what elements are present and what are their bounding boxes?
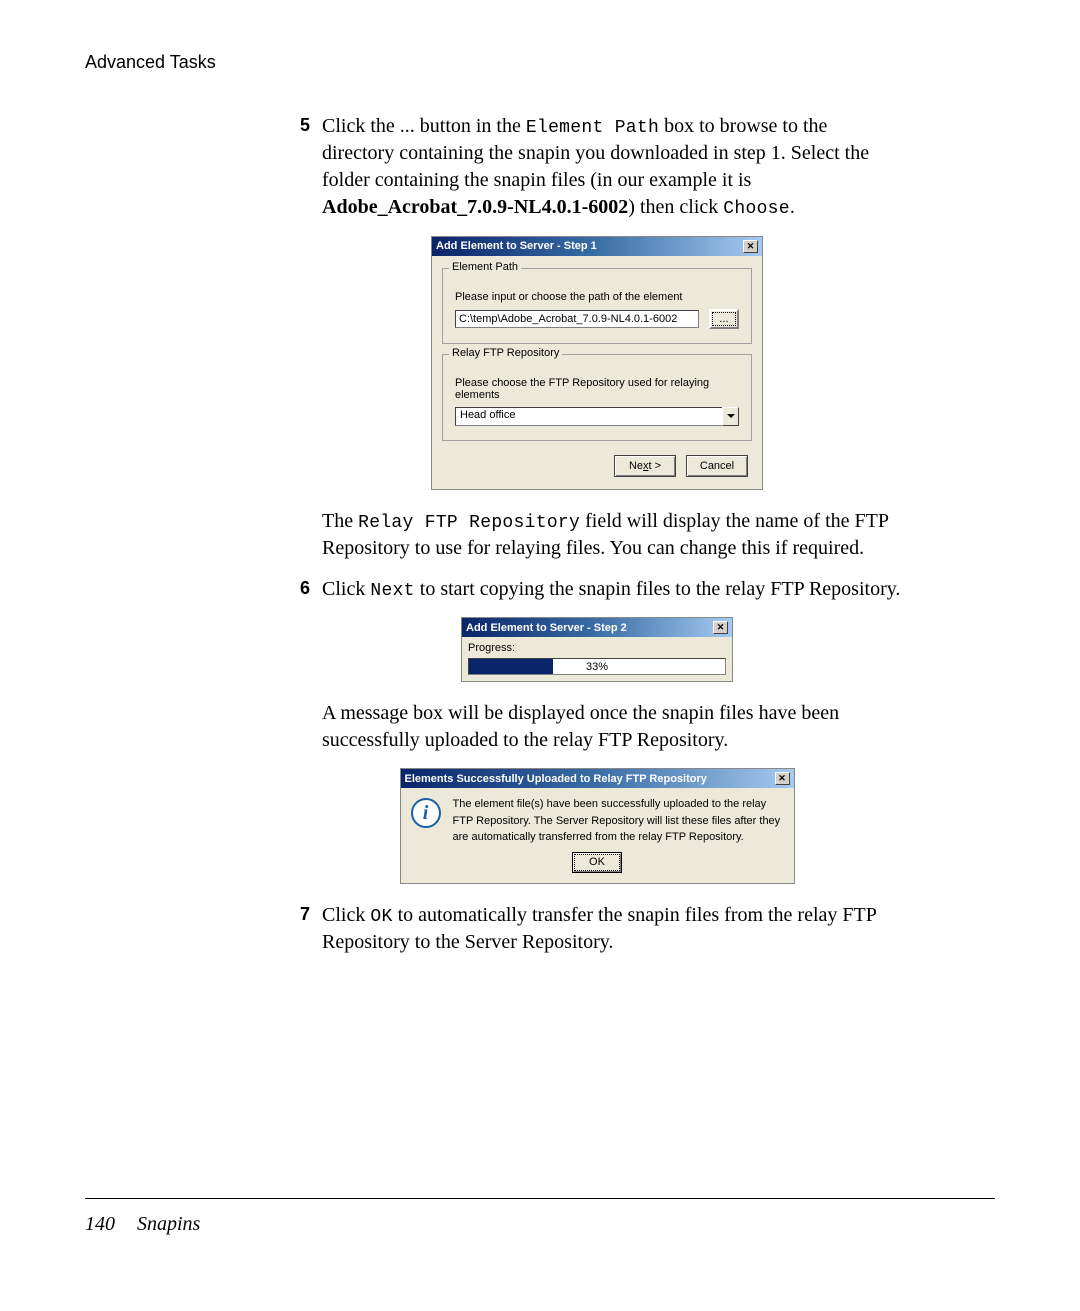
step-6: 6 Click Next to start copying the snapin…: [292, 576, 902, 603]
section-header: Advanced Tasks: [85, 52, 995, 73]
close-icon[interactable]: ✕: [743, 240, 758, 253]
info-icon: i: [411, 798, 441, 828]
ui-term: Next: [370, 581, 414, 601]
text: The: [322, 510, 358, 532]
add-element-dialog-step2: Add Element to Server - Step 2 ✕ Progres…: [461, 617, 733, 682]
step-text: Click OK to automatically transfer the s…: [322, 902, 902, 956]
step-5: 5 Click the ... button in the Element Pa…: [292, 113, 902, 222]
dialog-title: Add Element to Server - Step 2: [466, 622, 627, 634]
chevron-down-icon[interactable]: [722, 407, 739, 426]
progress-fill: [469, 659, 553, 674]
page-number: 140: [85, 1213, 115, 1235]
step-7: 7 Click OK to automatically transfer the…: [292, 902, 902, 956]
dialog-title-bar: Elements Successfully Uploaded to Relay …: [401, 769, 794, 788]
dialog-title-bar: Add Element to Server - Step 1 ✕: [432, 237, 762, 256]
message-text: The element file(s) have been successful…: [453, 796, 784, 846]
text: to start copying the snapin files to the…: [415, 578, 901, 600]
progress-label: Progress:: [468, 642, 726, 654]
ellipsis-ref: ...: [400, 115, 415, 137]
ui-term: Relay FTP Repository: [358, 513, 580, 533]
step-number: 5: [292, 113, 322, 222]
dialog-title-bar: Add Element to Server - Step 2 ✕: [462, 618, 732, 637]
ui-term: Choose: [723, 199, 790, 219]
relay-ftp-fieldset: Relay FTP Repository Please choose the F…: [442, 354, 752, 441]
folder-name: Adobe_Acrobat_7.0.9-NL4.0.1-6002: [322, 196, 628, 218]
cancel-button[interactable]: Cancel: [686, 455, 748, 477]
footer-rule: [85, 1198, 995, 1199]
text: to automatically transfer the snapin fil…: [322, 904, 876, 953]
element-path-fieldset: Element Path Please input or choose the …: [442, 268, 752, 344]
dialog-title: Add Element to Server - Step 1: [436, 240, 597, 252]
step-text: Click Next to start copying the snapin f…: [322, 576, 902, 603]
fieldset-legend: Relay FTP Repository: [449, 347, 562, 359]
page-footer: 140 Snapins: [85, 1213, 200, 1236]
ftp-repository-select[interactable]: Head office: [455, 407, 739, 426]
element-path-input[interactable]: [455, 310, 699, 328]
ok-button[interactable]: OK: [572, 852, 622, 873]
upload-success-dialog: Elements Successfully Uploaded to Relay …: [400, 768, 795, 884]
text: Click: [322, 578, 370, 600]
text: Click the: [322, 115, 400, 137]
select-value: Head office: [455, 407, 722, 426]
progress-percent: 33%: [586, 661, 608, 673]
section-name: Snapins: [137, 1213, 200, 1235]
step-number: 7: [292, 902, 322, 956]
step-note: A message box will be displayed once the…: [322, 700, 902, 754]
step-number: 6: [292, 576, 322, 603]
next-button[interactable]: Next >: [614, 455, 676, 477]
add-element-dialog-step1: Add Element to Server - Step 1 ✕ Element…: [431, 236, 763, 490]
step-text: Click the ... button in the Element Path…: [322, 113, 902, 222]
text: Click: [322, 904, 370, 926]
dialog-title: Elements Successfully Uploaded to Relay …: [405, 773, 707, 785]
ui-term: OK: [370, 907, 392, 927]
text: .: [790, 196, 795, 218]
fieldset-legend: Element Path: [449, 261, 521, 273]
field-label: Please choose the FTP Repository used fo…: [455, 377, 739, 401]
field-label: Please input or choose the path of the e…: [455, 291, 739, 303]
close-icon[interactable]: ✕: [775, 772, 790, 785]
close-icon[interactable]: ✕: [713, 621, 728, 634]
browse-button[interactable]: ...: [709, 309, 739, 329]
ui-term: Element Path: [526, 118, 659, 138]
progress-bar: 33%: [468, 658, 726, 675]
step-note: The Relay FTP Repository field will disp…: [322, 508, 902, 562]
text: ) then click: [628, 196, 723, 218]
text: button in the: [415, 115, 526, 137]
